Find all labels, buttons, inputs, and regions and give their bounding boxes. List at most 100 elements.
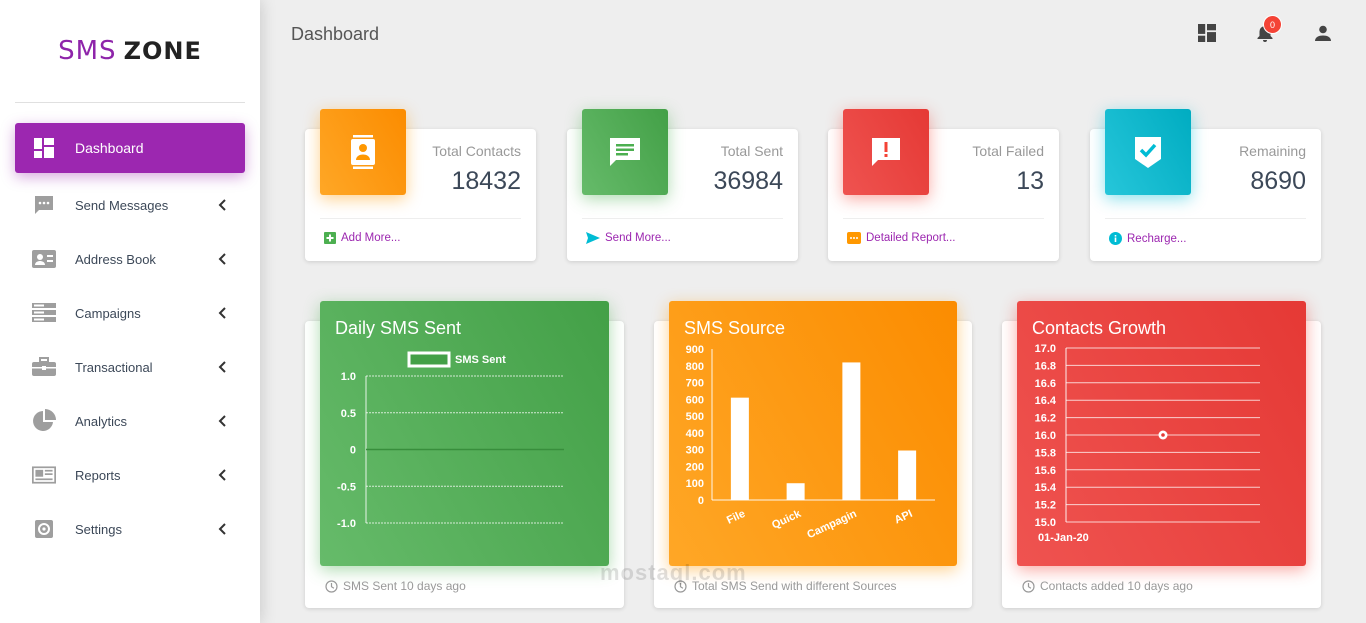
sidebar-item-transactional[interactable]: Transactional	[15, 342, 245, 392]
dashboard-icon[interactable]	[1197, 23, 1217, 43]
y-tick-label: 200	[686, 461, 704, 473]
chart-title: Contacts Growth	[1032, 318, 1167, 338]
stat-value: 13	[1016, 167, 1044, 195]
chart-footer-label: Contacts added 10 days ago	[1040, 579, 1193, 593]
sidebar-item-send-messages[interactable]: Send Messages	[15, 180, 245, 230]
chat-icon	[582, 109, 668, 195]
y-tick-label: 16.4	[1035, 395, 1057, 407]
divider	[15, 102, 245, 103]
brand-logo[interactable]: SMS ZONE	[0, 0, 260, 102]
stat-card-total-contacts: Total Contacts 18432 Add More...	[305, 109, 536, 261]
brand-part2: ZONE	[123, 37, 202, 65]
y-tick-label: 0	[698, 495, 704, 507]
chevron-left-icon	[218, 307, 226, 319]
bar	[730, 397, 749, 500]
y-tick-label: 600	[686, 394, 704, 406]
contact-book-icon	[320, 109, 406, 195]
y-tick-label: -1.0	[337, 518, 356, 530]
chevron-left-icon	[218, 253, 226, 265]
contacts-growth-chart-svg: 17.0 16.8 16.6 16.4 16.2 16.0 15.8 15.6 15.4 15.2…	[1035, 343, 1260, 544]
sidebar-item-label: Send Messages	[75, 197, 169, 213]
sidebar-item-label: Transactional	[75, 359, 153, 375]
recharge-link[interactable]: Recharge...	[1109, 232, 1186, 245]
sms-source-chart-svg: 900 800 700 600 500 400 300 200 100 0 File Quick Cam…	[686, 344, 935, 541]
verified-icon	[1105, 109, 1191, 195]
bar	[898, 450, 917, 500]
report-icon	[847, 232, 861, 244]
x-tick-label: API	[893, 508, 915, 527]
briefcase-icon	[32, 355, 56, 379]
sidebar-item-label: Settings	[75, 521, 122, 537]
sidebar-item-settings[interactable]: Settings	[15, 504, 245, 554]
stat-footer-label: Send More...	[605, 232, 671, 244]
chart-title: Daily SMS Sent	[335, 318, 462, 338]
sms-source-chart: 900 800 700 600 500 400 300 200 100 0 File Quick Cam…	[669, 301, 957, 566]
brand-part1: SMS	[58, 36, 117, 66]
x-tick-label: Quick	[770, 507, 804, 531]
divider	[320, 218, 521, 219]
stat-footer-label: Add More...	[341, 232, 401, 244]
send-icon	[586, 232, 600, 244]
dashboard-icon	[32, 136, 56, 160]
y-tick-label: 16.6	[1035, 378, 1056, 390]
stat-card-total-sent: Total Sent 36984 Send More...	[567, 109, 798, 261]
y-tick-label: 15.6	[1035, 465, 1056, 477]
stat-title: Remaining	[1239, 143, 1306, 159]
bar	[786, 483, 805, 500]
y-tick-label: 900	[686, 344, 704, 356]
data-point-center	[1161, 433, 1165, 437]
watermark: mostaql.com	[600, 560, 747, 585]
add-more-link[interactable]: Add More...	[324, 232, 400, 244]
sidebar-item-campaigns[interactable]: Campaigns	[15, 288, 245, 338]
sidebar: SMS ZONE Dashboard Send Messages Address…	[0, 0, 260, 623]
pie-chart-icon	[32, 409, 56, 433]
stat-title: Total Contacts	[432, 143, 521, 159]
sidebar-item-address-book[interactable]: Address Book	[15, 234, 245, 284]
chevron-left-icon	[218, 361, 226, 373]
sidebar-item-dashboard[interactable]: Dashboard	[15, 123, 245, 173]
stat-card-total-failed: Total Failed 13 Detailed Report...	[828, 109, 1059, 261]
y-tick-label: 800	[686, 361, 704, 373]
alert-message-icon	[843, 109, 929, 195]
chevron-left-icon	[218, 469, 226, 481]
stat-title: Total Failed	[972, 143, 1044, 159]
clock-icon	[1022, 579, 1035, 593]
y-tick-label: 1.0	[341, 371, 356, 383]
send-more-link[interactable]: Send More...	[586, 232, 671, 244]
divider	[582, 218, 783, 219]
y-tick-label: -0.5	[337, 481, 356, 493]
contact-card-icon	[32, 247, 56, 271]
sidebar-item-analytics[interactable]: Analytics	[15, 396, 245, 446]
y-tick-label: 500	[686, 411, 704, 423]
info-icon	[1109, 232, 1122, 245]
y-tick-label: 300	[686, 445, 704, 457]
x-tick-label: Campagin	[805, 508, 859, 541]
detailed-report-link[interactable]: Detailed Report...	[847, 232, 956, 244]
stat-footer-label: Recharge...	[1127, 232, 1187, 245]
stat-value: 8690	[1250, 167, 1306, 195]
chevron-left-icon	[218, 199, 226, 211]
stat-value: 36984	[713, 167, 783, 195]
page-title: Dashboard	[291, 24, 380, 44]
sidebar-item-reports[interactable]: Reports	[15, 450, 245, 500]
stat-title: Total Sent	[720, 143, 783, 159]
sidebar-item-label: Reports	[75, 467, 121, 483]
chart-title: SMS Source	[684, 318, 786, 338]
y-tick-label: 400	[686, 428, 704, 440]
chevron-left-icon	[218, 523, 226, 535]
sidebar-item-label: Campaigns	[75, 305, 141, 321]
daily-sms-chart-svg: SMS Sent 1.0 0.5 0 -0.5 -1.0	[337, 351, 564, 530]
campaigns-icon	[32, 301, 56, 325]
notification-badge: 0	[1263, 15, 1282, 34]
sidebar-item-label: Address Book	[75, 251, 156, 267]
user-icon[interactable]	[1313, 23, 1333, 43]
y-tick-label: 0	[350, 445, 356, 457]
y-tick-label: 15.2	[1035, 500, 1056, 512]
sidebar-item-label: Analytics	[75, 413, 128, 429]
clock-icon	[325, 579, 338, 593]
bar	[842, 362, 861, 500]
divider	[1105, 218, 1306, 219]
y-tick-label: 16.2	[1035, 413, 1056, 425]
y-tick-label: 100	[686, 478, 704, 490]
y-tick-label: 15.4	[1035, 482, 1057, 494]
